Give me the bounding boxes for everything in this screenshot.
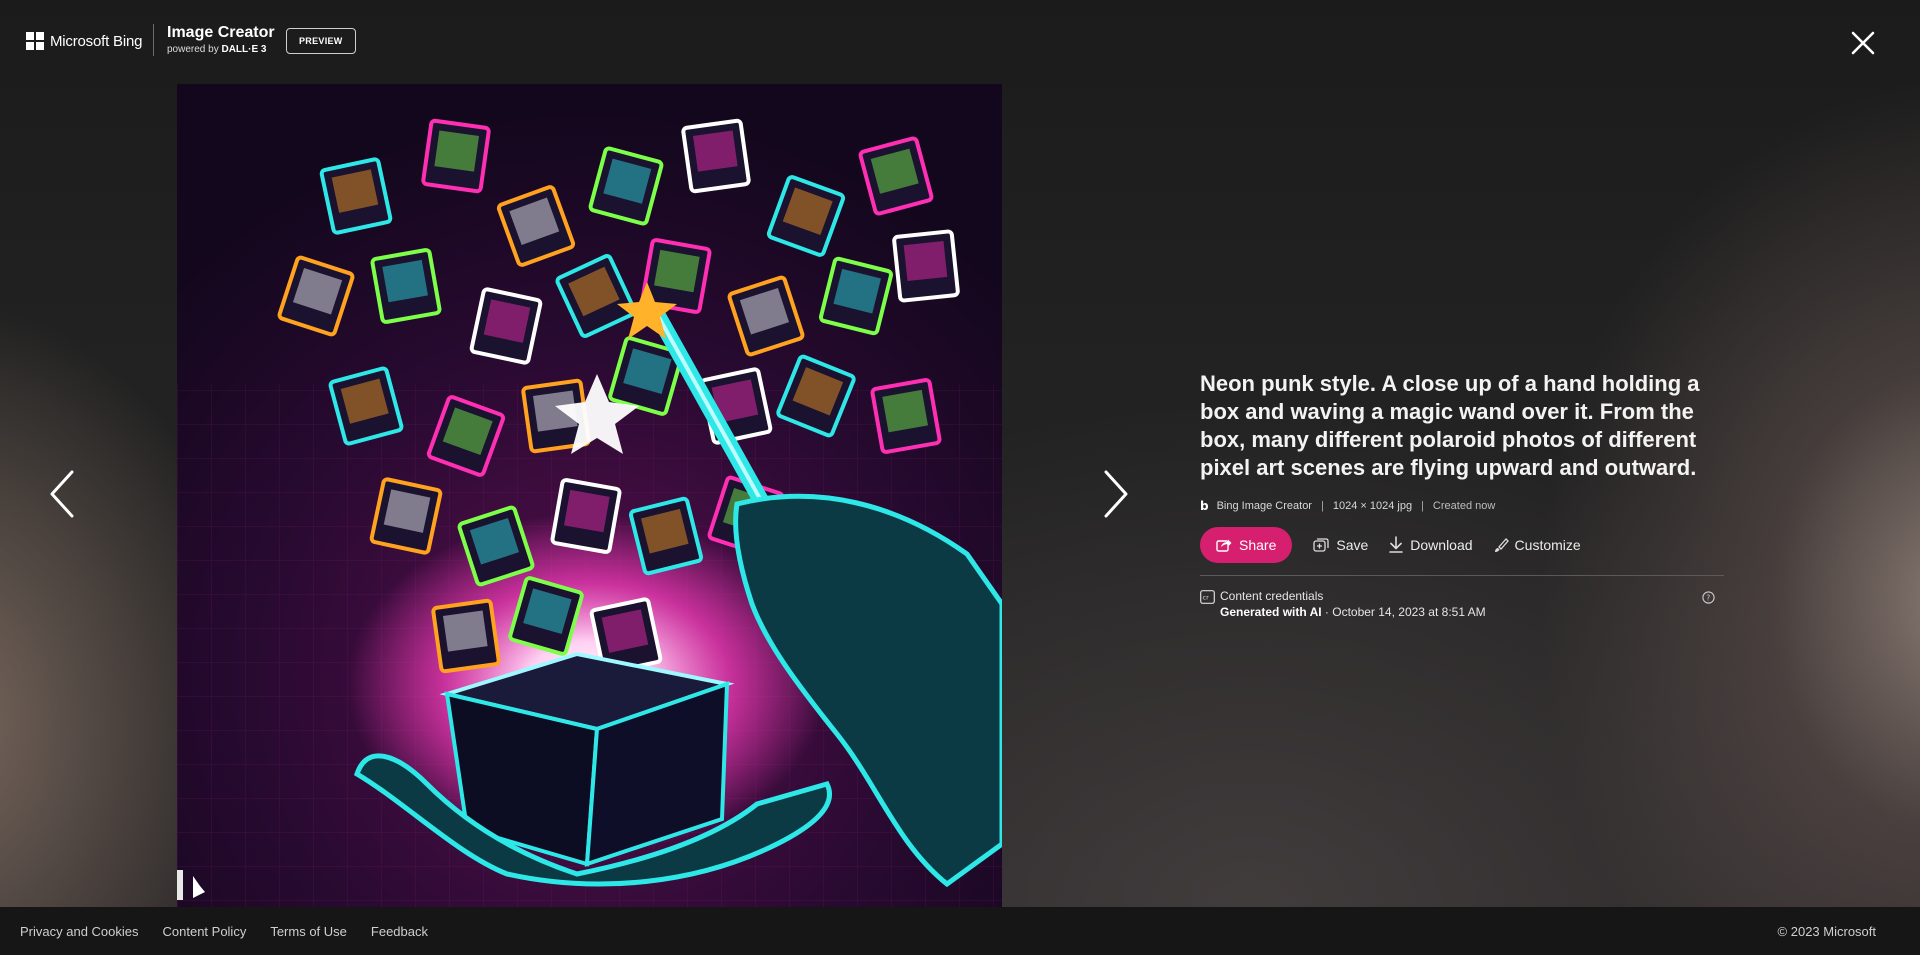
image-meta: b Bing Image Creator | 1024 × 1024 jpg |… xyxy=(1200,499,1724,513)
svg-text:cr: cr xyxy=(1203,594,1210,602)
header-divider xyxy=(153,24,154,56)
created-time: Created now xyxy=(1432,500,1496,512)
preview-badge: PREVIEW xyxy=(286,28,356,54)
save-label: Save xyxy=(1336,537,1369,553)
bing-source-icon: b xyxy=(1200,499,1209,513)
share-icon xyxy=(1216,539,1232,552)
content-credentials: cr Content credentials Generated with AI… xyxy=(1200,589,1724,625)
content-credentials-icon: cr xyxy=(1200,590,1215,604)
source-label: Bing Image Creator xyxy=(1216,500,1312,512)
chevron-left-icon xyxy=(50,470,74,518)
footer-link-privacy[interactable]: Privacy and Cookies xyxy=(20,924,139,939)
copyright: © 2023 Microsoft xyxy=(1777,924,1876,939)
share-label: Share xyxy=(1239,537,1277,553)
close-button[interactable] xyxy=(1846,26,1880,60)
image-size: 1024 × 1024 jpg xyxy=(1332,500,1413,512)
app-title: Image Creator xyxy=(167,24,275,41)
action-bar: Share Save Download Customize xyxy=(1200,527,1724,563)
app-title-block[interactable]: Image Creator powered by DALL·E 3 xyxy=(167,23,275,57)
credentials-title: Content credentials xyxy=(1220,589,1324,603)
footer-link-content-policy[interactable]: Content Policy xyxy=(163,924,247,939)
header: Microsoft Bing Image Creator powered by … xyxy=(0,0,1920,80)
footer-link-feedback[interactable]: Feedback xyxy=(371,924,428,939)
powered-by-label: powered by xyxy=(167,44,222,55)
prompt-text: Neon punk style. A close up of a hand ho… xyxy=(1200,371,1700,480)
previous-image-button[interactable] xyxy=(42,466,82,522)
download-button[interactable]: Download xyxy=(1388,536,1473,554)
chevron-right-icon xyxy=(1104,470,1128,518)
save-button[interactable]: Save xyxy=(1312,537,1368,553)
next-image-button[interactable] xyxy=(1096,466,1136,522)
image-details-panel: Neon punk style. A close up of a hand ho… xyxy=(1200,370,1724,625)
meta-separator: | xyxy=(1421,500,1424,512)
credentials-date: · October 14, 2023 at 8:51 AM xyxy=(1321,605,1486,619)
model-name: DALL·E 3 xyxy=(221,44,267,55)
brand-name: Microsoft Bing xyxy=(50,32,143,50)
credentials-line: Generated with AI · October 14, 2023 at … xyxy=(1220,605,1486,619)
customize-button[interactable]: Customize xyxy=(1493,537,1581,553)
powered-by: powered by DALL·E 3 xyxy=(167,43,275,57)
footer: Privacy and Cookies Content Policy Terms… xyxy=(0,907,1920,955)
generated-with-ai: Generated with AI xyxy=(1220,605,1322,619)
microsoft-bing-logo[interactable]: Microsoft Bing xyxy=(26,24,142,58)
collection-save-icon xyxy=(1313,538,1330,552)
meta-separator: | xyxy=(1320,500,1324,512)
generated-image[interactable] xyxy=(177,84,1002,907)
download-icon xyxy=(1389,536,1404,553)
svg-text:?: ? xyxy=(1706,593,1710,602)
share-button[interactable]: Share xyxy=(1200,527,1293,563)
help-icon[interactable]: ? xyxy=(1702,591,1715,604)
footer-link-terms[interactable]: Terms of Use xyxy=(270,924,347,939)
details-divider xyxy=(1200,575,1724,576)
microsoft-logo-icon xyxy=(26,32,44,50)
customize-brush-icon xyxy=(1494,538,1509,552)
customize-label: Customize xyxy=(1514,537,1581,553)
close-icon xyxy=(1851,31,1875,55)
generated-image-art xyxy=(177,84,1002,907)
download-label: Download xyxy=(1410,537,1473,553)
